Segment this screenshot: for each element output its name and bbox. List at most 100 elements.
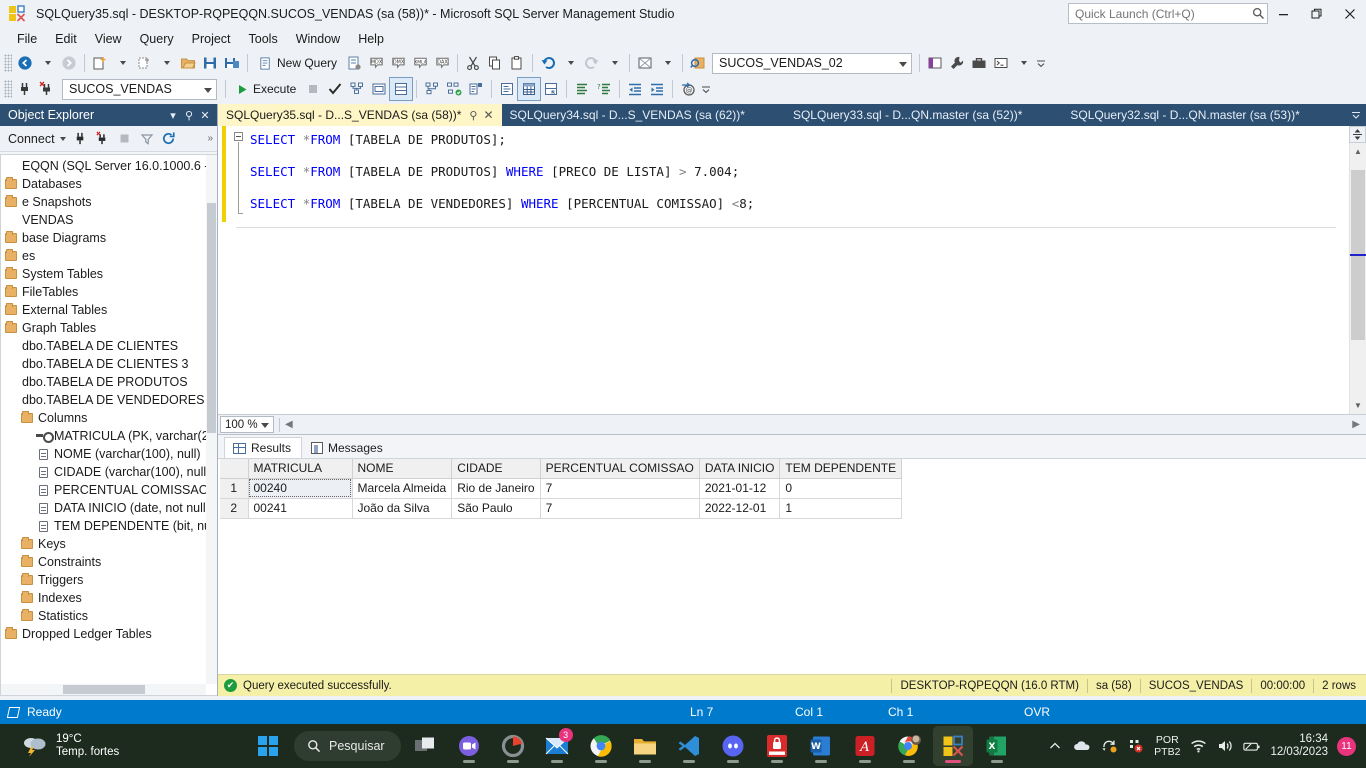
tab-sqlquery33[interactable]: SQLQuery33.sql - D...QN.master (sa (52))… xyxy=(753,104,1030,126)
split-view-button[interactable] xyxy=(1349,126,1366,143)
row-header-corner[interactable] xyxy=(220,459,249,479)
tree-node[interactable]: Dropped Ledger Tables xyxy=(1,625,217,643)
word-icon[interactable]: W xyxy=(801,726,841,766)
menu-window[interactable]: Window xyxy=(287,30,349,48)
decrease-indent-icon[interactable] xyxy=(624,78,646,100)
table-cell[interactable]: 1 xyxy=(779,498,903,519)
include-live-plan-icon[interactable] xyxy=(443,78,465,100)
new-query-button[interactable]: New Query xyxy=(252,52,343,74)
wifi-icon[interactable] xyxy=(1189,737,1207,755)
tab-sqlquery35[interactable]: SQLQuery35.sql - D...S_VENDAS (sa (58))*… xyxy=(218,104,502,126)
onedrive-icon[interactable] xyxy=(1073,737,1091,755)
results-table[interactable]: MATRICULA NOME CIDADE PERCENTUAL COMISSAO DA… xyxy=(220,459,903,519)
paste-icon[interactable] xyxy=(506,52,528,74)
vscode-icon[interactable] xyxy=(669,726,709,766)
table-cell[interactable]: Rio de Janeiro xyxy=(451,478,541,499)
sql-text-editor[interactable]: SELECT *FROM [TABELA DE PRODUTOS]; SELEC… xyxy=(218,126,1366,414)
toolbar-grip[interactable] xyxy=(4,54,12,72)
toolbar-overflow-button[interactable]: » xyxy=(207,133,217,144)
table-cell[interactable]: Marcela Almeida xyxy=(352,478,453,499)
tree-node[interactable]: dbo.TABELA DE CLIENTES xyxy=(1,337,217,355)
display-estimated-plan-icon[interactable] xyxy=(346,78,368,100)
jira-icon[interactable] xyxy=(493,726,533,766)
results-to-text-icon[interactable] xyxy=(496,78,518,100)
pin-icon[interactable]: ⚲ xyxy=(469,109,477,122)
panel-menu-icon[interactable]: ▾ xyxy=(165,109,181,122)
command-prompt-dropdown[interactable] xyxy=(1012,52,1034,74)
code-content[interactable]: SELECT *FROM [TABELA DE PRODUTOS]; SELEC… xyxy=(246,126,1349,414)
tree-node[interactable]: EQQN (SQL Server 16.0.1000.6 - sa) xyxy=(1,157,217,175)
mdx-query-icon[interactable]: MDX xyxy=(365,52,387,74)
notification-badge[interactable]: 11 xyxy=(1337,736,1356,756)
tree-node[interactable]: MATRICULA (PK, varchar(20) xyxy=(1,427,217,445)
antivirus-icon[interactable] xyxy=(757,726,797,766)
tree-node[interactable]: PERCENTUAL COMISSAO (v xyxy=(1,481,217,499)
new-item-icon[interactable] xyxy=(133,52,155,74)
tree-node[interactable]: CIDADE (varchar(100), null) xyxy=(1,463,217,481)
table-cell[interactable]: 00240 xyxy=(248,478,353,499)
window-layout-dropdown[interactable] xyxy=(656,52,678,74)
table-cell[interactable]: São Paulo xyxy=(451,498,541,519)
tree-horizontal-scrollbar[interactable] xyxy=(1,684,206,695)
results-to-grid-toggle-icon[interactable] xyxy=(389,77,414,101)
object-explorer-icon[interactable] xyxy=(924,52,946,74)
tree-node[interactable]: System Tables xyxy=(1,265,217,283)
mail-icon[interactable]: 3 xyxy=(537,726,577,766)
new-project-icon[interactable] xyxy=(89,52,111,74)
parse-check-icon[interactable] xyxy=(324,78,346,100)
connect-icon[interactable] xyxy=(14,78,36,100)
auto-hide-pin-icon[interactable]: ⚲ xyxy=(181,109,197,122)
undo-icon[interactable] xyxy=(537,52,559,74)
column-header[interactable]: NOME xyxy=(352,459,453,479)
weather-widget[interactable]: 19°C Temp. fortes xyxy=(0,733,119,759)
tab-sqlquery32[interactable]: SQLQuery32.sql - D...QN.master (sa (53))… xyxy=(1030,104,1307,126)
volume-icon[interactable] xyxy=(1216,737,1234,755)
tree-node[interactable]: Graph Tables xyxy=(1,319,217,337)
battery-icon[interactable] xyxy=(1243,737,1261,755)
save-all-icon[interactable] xyxy=(221,52,243,74)
dmx-query-icon[interactable]: DMX xyxy=(387,52,409,74)
menu-file[interactable]: File xyxy=(8,30,46,48)
query-options-icon[interactable] xyxy=(368,78,390,100)
menu-help[interactable]: Help xyxy=(349,30,393,48)
tab-results[interactable]: Results xyxy=(224,437,303,458)
chrome-profile-icon[interactable] xyxy=(889,726,929,766)
connect-button[interactable]: Connect xyxy=(4,130,70,148)
tree-node[interactable]: e Snapshots xyxy=(1,193,217,211)
toolbox-icon[interactable] xyxy=(968,52,990,74)
clock[interactable]: 16:34 12/03/2023 xyxy=(1270,733,1328,759)
tree-node[interactable]: Constraints xyxy=(1,553,217,571)
acrobat-icon[interactable]: A xyxy=(845,726,885,766)
table-cell[interactable]: João da Silva xyxy=(352,498,453,519)
column-header[interactable]: PERCENTUAL COMISSAO xyxy=(540,459,700,479)
results-grid[interactable]: MATRICULA NOME CIDADE PERCENTUAL COMISSAO DA… xyxy=(218,459,1366,674)
dax-query-icon[interactable]: DAX xyxy=(431,52,453,74)
increase-indent-icon[interactable] xyxy=(646,78,668,100)
tree-node[interactable]: FileTables xyxy=(1,283,217,301)
open-file-icon[interactable] xyxy=(177,52,199,74)
excel-icon[interactable]: X xyxy=(977,726,1017,766)
cut-icon[interactable] xyxy=(462,52,484,74)
table-cell[interactable]: 2021-01-12 xyxy=(699,478,781,499)
tree-node[interactable]: dbo.TABELA DE VENDEDORES xyxy=(1,391,217,409)
column-header[interactable]: TEM DEPENDENTE xyxy=(779,459,903,479)
disconnect-icon[interactable] xyxy=(36,78,58,100)
tree-node[interactable]: DATA INICIO (date, not null) xyxy=(1,499,217,517)
discord-icon[interactable] xyxy=(713,726,753,766)
menu-view[interactable]: View xyxy=(86,30,131,48)
column-header[interactable]: CIDADE xyxy=(451,459,541,479)
include-actual-plan-icon[interactable] xyxy=(421,78,443,100)
new-query-with-connection-icon[interactable] xyxy=(343,52,365,74)
tree-node[interactable]: External Tables xyxy=(1,301,217,319)
quick-launch-input[interactable] xyxy=(1069,4,1249,23)
database-combo-2[interactable]: SUCOS_VENDAS xyxy=(62,78,217,100)
refresh-icon[interactable] xyxy=(158,129,180,149)
tree-node[interactable]: Databases xyxy=(1,175,217,193)
tree-vertical-scrollbar[interactable] xyxy=(206,155,217,684)
scrollbar-thumb[interactable] xyxy=(207,203,216,433)
horizontal-scroll-right-button[interactable]: ▶ xyxy=(1352,419,1366,430)
execute-button[interactable]: Execute xyxy=(230,78,302,100)
include-client-statistics-icon[interactable] xyxy=(465,78,487,100)
collapse-toggle-icon[interactable] xyxy=(234,132,243,141)
network-issue-icon[interactable] xyxy=(1127,737,1145,755)
